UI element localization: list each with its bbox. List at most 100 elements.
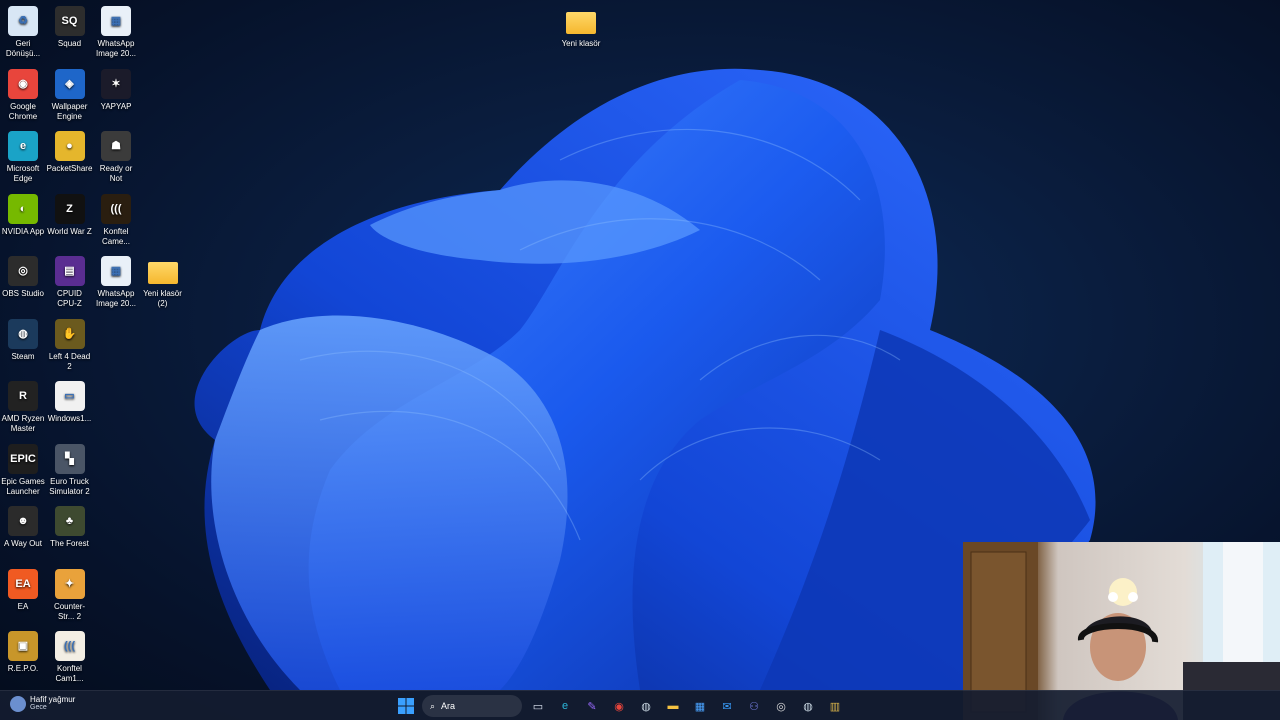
desktop-shortcut-label: Microsoft Edge	[6, 164, 40, 183]
obs-icon: ◎	[776, 700, 786, 713]
desktop-shortcut-label: NVIDIA App	[1, 226, 45, 236]
app-yellow-icon: ▥	[829, 700, 841, 713]
desktop-shortcut[interactable]: ◈ Wallpaper Engine	[47, 63, 93, 122]
ea-icon: EA	[8, 568, 38, 599]
taskbar-app-steam[interactable]: ◍	[635, 695, 657, 717]
desktop-shortcut[interactable]: ▦ WhatsApp Image 20...	[93, 250, 139, 309]
desktop-shortcut[interactable]: ▣ R.E.P.O.	[0, 625, 46, 674]
desktop-shortcut[interactable]: ● PacketShare	[47, 125, 93, 174]
mail-icon: ✉	[722, 700, 732, 713]
desktop-shortcut[interactable]: ▚ Euro Truck Simulator 2	[47, 438, 93, 497]
desktop-shortcut[interactable]: R AMD Ryzen Master	[0, 375, 46, 434]
steam-2-icon: ◍	[803, 700, 813, 713]
desktop-shortcut[interactable]: (((Konftel Cam1...	[47, 625, 93, 684]
steam-icon: ◍	[641, 700, 651, 713]
left4dead2-icon: ✋	[54, 318, 85, 349]
taskbar-app-copilot[interactable]: ✎	[581, 695, 603, 717]
desktop-shortcut-label: Steam	[11, 351, 35, 361]
image-file-icon: ▦	[101, 6, 131, 36]
chrome-icon: ◉	[614, 700, 624, 713]
taskbar-app-store[interactable]: ▦	[689, 695, 711, 717]
desktop-shortcut-label: R.E.P.O.	[7, 664, 39, 673]
desktop-shortcut-label: Epic Games Launcher	[1, 476, 45, 496]
taskbar-app-task-view[interactable]: ▭	[527, 695, 549, 717]
taskbar-app-file-explorer[interactable]: ▬	[662, 695, 684, 717]
document-file-icon: ▭	[54, 381, 85, 411]
recycle-bin-icon: ♻	[8, 6, 38, 36]
desktop-shortcut[interactable]: Yeni klasör	[558, 0, 604, 49]
desktop-shortcut-label: Windows1...	[47, 414, 92, 423]
desktop-shortcut-label: WhatsApp Image 20...	[95, 289, 137, 308]
windows-logo-icon	[398, 698, 414, 714]
desktop-shortcut-label: OBS Studio	[2, 289, 44, 298]
desktop-shortcut-label: Yeni klasör (2)	[143, 289, 182, 308]
search-icon: ⌕	[430, 700, 436, 711]
desktop-shortcut[interactable]: ♻ Geri Dönüşü...	[0, 0, 46, 59]
desktop-shortcut-label: WhatsApp Image 20...	[95, 39, 137, 58]
weather-rain-icon	[10, 695, 26, 712]
counter-strike-icon: ✦	[54, 568, 85, 599]
desktop-shortcut-label: Geri Dönüşü...	[5, 39, 41, 58]
desktop-shortcut[interactable]: ▦ WhatsApp Image 20...	[93, 0, 139, 59]
desktop-shortcut[interactable]: ◍ Steam	[0, 313, 46, 362]
taskbar-app-edge[interactable]: e	[554, 695, 576, 717]
taskbar-app-app-yellow[interactable]: ▥	[824, 695, 846, 717]
desktop-shortcut-label: World War Z	[47, 226, 92, 236]
desktop-shortcut[interactable]: ☻ A Way Out	[0, 500, 46, 549]
desktop-shortcut[interactable]: ♣ The Forest	[47, 500, 93, 549]
desktop-shortcut[interactable]: ◉ Google Chrome	[0, 63, 46, 122]
desktop-shortcut[interactable]: ▭ Windows1...	[47, 375, 93, 424]
desktop-shortcut[interactable]: ✶ YAPYAP	[93, 63, 139, 112]
desktop-shortcut[interactable]: SQ Squad	[47, 0, 93, 49]
desktop-shortcut[interactable]: Yeni klasör (2)	[140, 250, 186, 309]
taskbar-app-obs[interactable]: ◎	[770, 695, 792, 717]
nvidia-icon: ◐	[8, 193, 38, 224]
a-way-out-icon: ☻	[8, 506, 38, 536]
taskbar-app-chrome[interactable]: ◉	[608, 695, 630, 717]
desktop-shortcut-label: AMD Ryzen Master	[1, 414, 45, 433]
desktop-shortcut[interactable]: Z World War Z	[47, 188, 93, 237]
taskbar-app-mail[interactable]: ✉	[716, 695, 738, 717]
ready-or-not-icon: ☗	[101, 131, 131, 161]
epic-games-icon: EPIC	[8, 443, 38, 474]
taskbar-app-steam-2[interactable]: ◍	[797, 695, 819, 717]
task-view-icon: ▭	[532, 700, 544, 713]
edge-icon: e	[8, 131, 38, 161]
desktop-shortcut-label: PacketShare	[46, 164, 93, 173]
desktop-shortcut[interactable]: ☗ Ready or Not	[93, 125, 139, 184]
packetshare-icon: ●	[54, 131, 85, 161]
cpuz-icon: ▤	[54, 256, 85, 286]
copilot-icon: ✎	[587, 700, 597, 713]
start-button[interactable]	[395, 695, 417, 717]
desktop-shortcut[interactable]: ◎ OBS Studio	[0, 250, 46, 299]
desktop-shortcut-label: Yeni klasör	[561, 39, 601, 48]
folder-icon	[566, 12, 596, 34]
image-file-icon: ▦	[101, 256, 131, 286]
weather-widget[interactable]: Hafif yağmur Gece	[10, 695, 75, 712]
the-forest-icon: ♣	[54, 506, 85, 536]
desktop-shortcut[interactable]: ◐ NVIDIA App	[0, 188, 46, 237]
konftel-icon: (((	[54, 631, 85, 661]
file-explorer-icon: ▬	[667, 700, 679, 712]
taskbar-pinned-apps: ▭ e ✎ ◉ ◍ ▬ ▦ ✉ ⚇ ◎ ◍ ▥	[527, 695, 846, 717]
desktop-shortcut-label: Wallpaper Engine	[51, 101, 88, 121]
search-placeholder: Ara	[441, 701, 456, 711]
taskbar-search-box[interactable]: ⌕ Ara	[422, 695, 522, 717]
desktop-shortcut[interactable]: (((Konftel Came...	[93, 188, 139, 247]
desktop-shortcut[interactable]: ▤ CPUID CPU-Z	[47, 250, 93, 309]
taskbar-app-teams[interactable]: ⚇	[743, 695, 765, 717]
wallpaper-engine-icon: ◈	[54, 68, 85, 99]
teams-icon: ⚇	[749, 700, 759, 713]
weather-time-of-day: Gece	[30, 704, 47, 711]
desktop-shortcut[interactable]: EA EA	[0, 563, 46, 612]
desktop-shortcut-label: Google Chrome	[8, 101, 38, 121]
desktop-shortcut[interactable]: ✦ Counter-Str... 2	[47, 563, 93, 622]
desktop-shortcut-label: Konftel Came...	[101, 226, 130, 246]
desktop-shortcut[interactable]: EPIC Epic Games Launcher	[0, 438, 46, 497]
desktop-shortcut-label: CPUID CPU-Z	[57, 289, 82, 308]
desktop-shortcut-label: A Way Out	[4, 539, 42, 548]
desktop-shortcut-label: Left 4 Dead 2	[48, 351, 91, 371]
desktop-shortcut[interactable]: e Microsoft Edge	[0, 125, 46, 184]
world-war-z-icon: Z	[54, 193, 85, 224]
desktop-shortcut[interactable]: ✋ Left 4 Dead 2	[47, 313, 93, 372]
